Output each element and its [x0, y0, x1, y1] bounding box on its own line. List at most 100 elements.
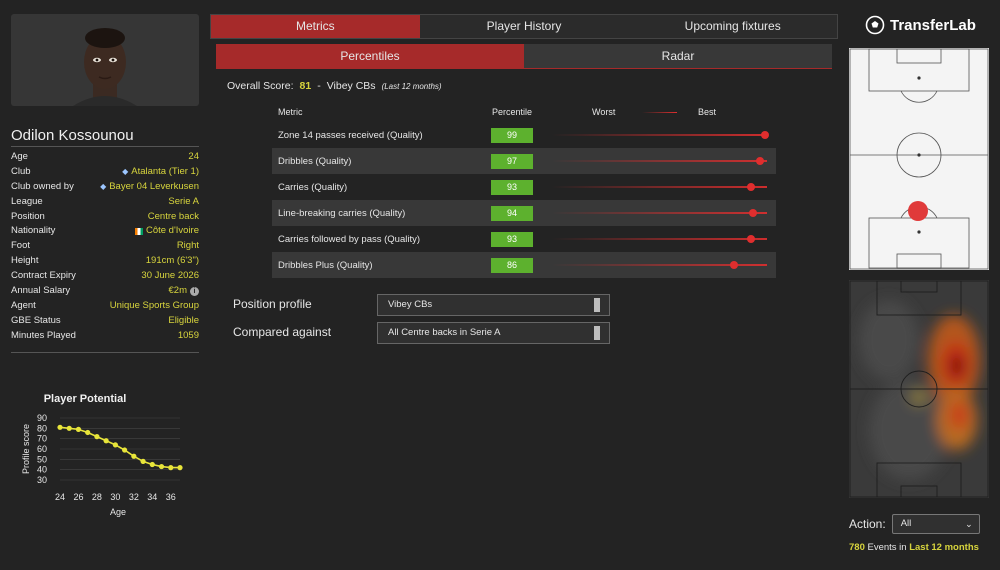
info-value-text: Unique Sports Group: [109, 299, 199, 311]
info-row: Nationality Côte d'Ivoire: [11, 224, 199, 239]
y-tick-label: 60: [37, 444, 47, 454]
info-value: €2m i: [169, 284, 199, 299]
data-point: [57, 424, 63, 430]
info-value-text: 1059: [177, 329, 199, 341]
metric-row: Carries followed by pass (Quality) 93: [272, 226, 776, 252]
metric-row: Carries (Quality) 93: [272, 174, 776, 200]
x-tick-label: 32: [129, 492, 139, 502]
action-filter: Action: All ⌄: [849, 514, 980, 534]
overall-score-separator: -: [317, 80, 321, 92]
events-summary: 780 Events in Last 12 months: [849, 542, 979, 553]
compared-against-label: Compared against: [233, 325, 332, 339]
events-period: Last 12 months: [909, 542, 979, 553]
tab-metrics[interactable]: Metrics: [211, 15, 420, 38]
info-value-text: €2m: [168, 285, 187, 297]
player-info-list: Age 24 Club ◆ Atalanta (Tier 1) Club owned by…: [11, 150, 199, 344]
info-label: Annual Salary: [11, 285, 71, 297]
percentile-bar: [552, 182, 767, 191]
data-point: [177, 465, 183, 471]
tab-player-history[interactable]: Player History: [420, 15, 629, 38]
compared-against-value: All Centre backs in Serie A: [388, 327, 501, 338]
metric-row: Zone 14 passes received (Quality) 99: [272, 122, 776, 148]
info-icon[interactable]: i: [190, 286, 199, 296]
info-label: Club owned by: [11, 180, 74, 192]
percentile-bar: [552, 208, 767, 217]
percentile-marker: [746, 182, 755, 191]
sub-tabs: Percentiles Radar: [216, 44, 832, 69]
data-point: [103, 438, 109, 444]
metric-percentile: 94: [491, 205, 533, 221]
metric-percentile: 99: [491, 127, 533, 143]
info-row: Club ◆ Atalanta (Tier 1): [11, 165, 199, 180]
position-profile-value: Vibey CBs: [388, 299, 433, 310]
info-row: Annual Salary €2m i: [11, 284, 199, 299]
info-row: Contract Expiry 30 June 2026: [11, 269, 199, 284]
y-tick-label: 70: [37, 434, 47, 444]
info-label: Contract Expiry: [11, 270, 76, 282]
metric-name: Line-breaking carries (Quality): [278, 207, 406, 219]
x-tick-label: 34: [147, 492, 157, 502]
heatmap-pitch: [849, 280, 989, 498]
player-potential-chart: Player Potential3040506070809024 26 28 30 32…: [21, 393, 183, 517]
x-tick-label: 28: [92, 492, 102, 502]
action-label: Action:: [849, 517, 886, 531]
y-axis-label: Profile score: [21, 424, 31, 474]
info-row: Age 24: [11, 150, 199, 165]
info-row: Height 191cm (6'3"): [11, 254, 199, 269]
header-percentile: Percentile: [491, 107, 533, 117]
info-row: League Serie A: [11, 195, 199, 210]
metric-percentile-cell: 93: [482, 231, 542, 247]
tab-upcoming-fixtures[interactable]: Upcoming fixtures: [628, 15, 837, 38]
info-value: Right: [177, 239, 199, 254]
club-crest-icon: ◆: [122, 166, 129, 176]
soccer-ball-icon: [865, 15, 885, 35]
info-label: Agent: [11, 299, 36, 311]
info-value: Serie A: [168, 195, 199, 210]
flag-icon: [134, 228, 143, 236]
tab-percentiles[interactable]: Percentiles: [216, 44, 524, 68]
action-select-value: All: [900, 518, 912, 529]
percentile-marker: [760, 130, 769, 139]
metric-percentile: 93: [491, 231, 533, 247]
divider: [11, 146, 199, 147]
select-handle-icon: [594, 326, 600, 340]
info-row: Position Centre back: [11, 210, 199, 225]
data-point: [94, 434, 100, 440]
info-row: Foot Right: [11, 239, 199, 254]
tab-radar[interactable]: Radar: [524, 44, 832, 68]
data-point: [140, 458, 146, 464]
brand-name: TransferLab: [890, 16, 976, 34]
percentile-bar: [552, 260, 767, 269]
info-label: Foot: [11, 240, 31, 252]
overall-score-period: (Last 12 months): [381, 82, 442, 91]
metrics-table: Metric Percentile Worst Best Zone 14 pas…: [272, 102, 776, 278]
overall-score-label: Overall Score:: [227, 80, 294, 92]
info-label: League: [11, 195, 43, 207]
y-tick-label: 80: [37, 423, 47, 433]
header-metric: Metric: [278, 107, 303, 117]
metric-percentile: 86: [491, 257, 533, 273]
info-row: Minutes Played 1059: [11, 329, 199, 344]
info-value-text: Serie A: [168, 195, 199, 207]
data-point: [149, 461, 155, 468]
chart-title: Player Potential: [44, 393, 127, 405]
position-profile-select[interactable]: Vibey CBs: [377, 294, 610, 316]
metric-row: Dribbles Plus (Quality) 86: [272, 252, 776, 278]
x-tick-label: 36: [166, 492, 176, 502]
data-point: [66, 425, 72, 431]
info-value: Eligible: [168, 314, 199, 329]
data-point: [75, 426, 82, 432]
info-label: Height: [11, 255, 39, 267]
series-line: [59, 426, 180, 469]
y-tick-label: 30: [37, 475, 47, 485]
player-position-marker: [908, 201, 928, 221]
legend-best: Best: [698, 107, 717, 117]
overall-score: Overall Score: 81 - Vibey CBs (Last 12 m…: [227, 80, 442, 92]
metric-row: Line-breaking carries (Quality) 94: [272, 200, 776, 226]
data-point: [85, 429, 91, 436]
metric-percentile: 97: [491, 153, 533, 169]
action-select[interactable]: All ⌄: [891, 514, 980, 534]
info-value: 1059: [178, 329, 199, 344]
info-label: Age: [11, 151, 28, 162]
compared-against-select[interactable]: All Centre backs in Serie A: [377, 322, 610, 344]
